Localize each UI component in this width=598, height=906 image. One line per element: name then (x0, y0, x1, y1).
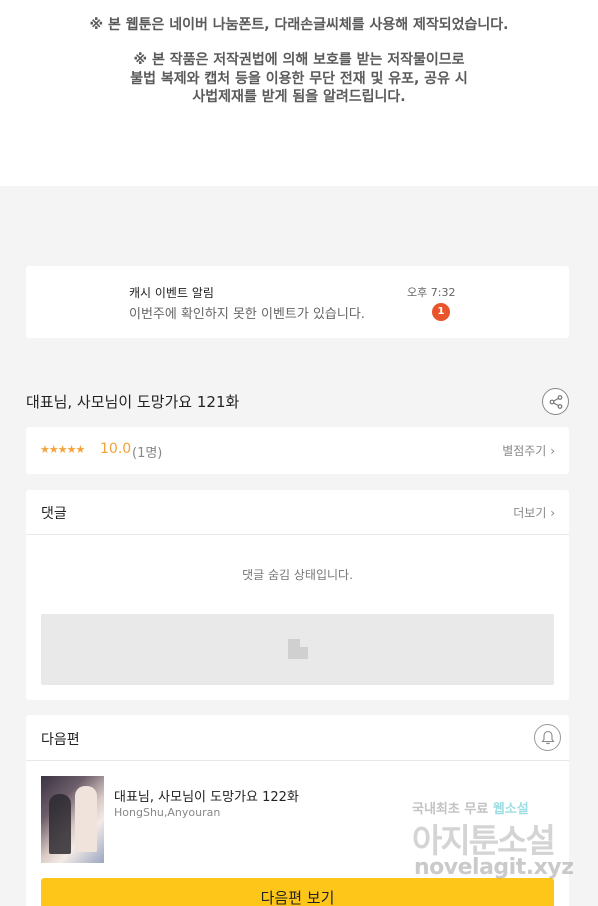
copyright-line-3: 사법제재를 받게 됨을 알려드립니다. (192, 89, 406, 105)
comments-more-button[interactable]: 더보기 › (513, 504, 555, 521)
rating-bar: ★★★★★ 10.0 (1명) 별점주기 › (26, 427, 569, 474)
notification-bell-button[interactable] (534, 724, 561, 751)
rating-count: (1명) (132, 446, 163, 461)
copyright-line-2: 불법 복제와 캡처 등을 이용한 무단 전재 및 유포, 공유 시 (130, 71, 468, 87)
cash-event-notification[interactable]: 캐시 이벤트 알림 이번주에 확인하지 못한 이벤트가 있습니다. 오후 7:3… (26, 266, 569, 338)
rate-button-label: 별점주기 (502, 444, 547, 458)
event-time: 오후 7:32 (407, 286, 456, 299)
next-episode-thumbnail[interactable] (41, 776, 104, 863)
next-episode-label: 다음편 (41, 732, 80, 748)
comments-section: 댓글 더보기 › 댓글 숨김 상태입니다. (26, 490, 569, 700)
rating-stars: ★★★★★ (40, 443, 85, 456)
rate-button[interactable]: 별점주기 › (502, 442, 555, 459)
next-episode-title[interactable]: 대표님, 사모님이 도망가요 122화 (114, 786, 299, 805)
next-episode-author: HongShu,Anyouran (114, 806, 221, 819)
bell-icon (541, 730, 555, 745)
next-episode-button[interactable]: 다음편 보기 (41, 878, 554, 906)
event-title: 캐시 이벤트 알림 (129, 286, 214, 300)
event-count-badge: 1 (432, 303, 450, 321)
comments-label: 댓글 (41, 506, 67, 522)
share-icon (549, 395, 563, 409)
image-placeholder-icon (288, 639, 308, 659)
event-message: 이번주에 확인하지 못한 이벤트가 있습니다. (129, 307, 365, 322)
share-button[interactable] (542, 388, 569, 415)
comments-header: 댓글 더보기 › (26, 490, 569, 535)
next-episode-section: 다음편 대표님, 사모님이 도망가요 122화 HongShu,Anyouran… (26, 715, 569, 906)
chevron-right-icon: › (550, 444, 555, 458)
copyright-notice: ※ 본 웹툰은 네이버 나눔폰트, 다래손글씨체를 사용해 제작되었습니다. ※… (0, 0, 598, 186)
copyright-line-1: ※ 본 작품은 저작권법에 의해 보호를 받는 저작물이므로 (133, 52, 465, 68)
ad-placeholder[interactable] (41, 614, 554, 685)
comments-hidden-message: 댓글 숨김 상태입니다. (242, 568, 353, 582)
rating-score: 10.0 (100, 441, 132, 457)
next-episode-header: 다음편 (26, 715, 569, 761)
comments-more-label: 더보기 (513, 506, 547, 520)
chevron-right-icon: › (550, 506, 555, 520)
font-notice: ※ 본 웹툰은 네이버 나눔폰트, 다래손글씨체를 사용해 제작되었습니다. (89, 17, 509, 33)
episode-title: 대표님, 사모님이 도망가요 121화 (26, 393, 240, 411)
